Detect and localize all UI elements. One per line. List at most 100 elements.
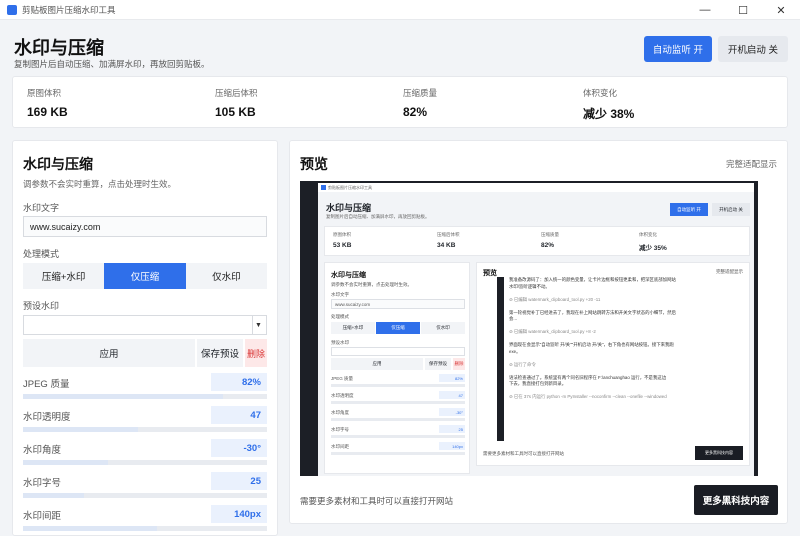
delete-button[interactable]: 删除: [245, 339, 267, 367]
stat-label: 压缩后体积: [215, 88, 258, 98]
mini-preset-label: 预设水印: [331, 340, 349, 345]
watermark-text-input[interactable]: www.sucaizy.com: [23, 216, 267, 237]
page-title: 水印与压缩: [14, 38, 104, 58]
preview-screenshot: 剪贴板图片压缩水印工具 水印与压缩 复制图片后自动压缩、加满屏水印，再放回剪贴板…: [318, 183, 754, 476]
stat-label: 体积变化: [583, 88, 618, 98]
stat-value: 169 KB: [27, 105, 68, 119]
mode-compress-only[interactable]: 仅压缩: [104, 263, 186, 289]
save-preset-button[interactable]: 保存预设: [197, 339, 243, 367]
apply-button[interactable]: 应用: [23, 339, 195, 367]
mini-param-label: 水印间距: [331, 444, 349, 449]
close-button[interactable]: ✕: [762, 0, 800, 20]
param-value-jpeg-quality[interactable]: 82%: [211, 373, 267, 391]
slider-fill: [23, 526, 158, 531]
app-icon: [7, 4, 17, 15]
preview-title: 预览: [300, 156, 328, 172]
slider-fill: [23, 427, 138, 432]
minimize-button[interactable]: —: [686, 0, 724, 20]
mini-param-label: JPEG 质量: [331, 376, 354, 381]
more-content-button[interactable]: 更多黑科技内容: [694, 485, 778, 515]
settings-title: 水印与压缩: [23, 156, 93, 172]
param-value-font-size[interactable]: 25: [211, 472, 267, 490]
mini-left-sub: 调参数不会实时重算，点击处理时生效。: [331, 282, 412, 287]
preset-actions: 应用 保存预设 删除: [23, 339, 267, 367]
mini-left-title: 水印与压缩: [331, 272, 366, 279]
mini-param-label: 水印字号: [331, 427, 349, 432]
stats-panel: 原图体积 169 KB 压缩后体积 105 KB 压缩质量 82% 体积变化 减…: [12, 76, 788, 128]
mini-stat-label: 压缩质量: [541, 232, 559, 237]
mini-param-bar: [331, 435, 465, 438]
mode-watermark-only[interactable]: 仅水印: [186, 263, 267, 289]
param-label-spacing: 水印间距: [23, 511, 62, 522]
stat-size-change: 体积变化 减少 38%: [583, 87, 634, 122]
window-controls: — ☐ ✕: [686, 0, 800, 20]
mini-delete: 删除: [453, 358, 465, 370]
title-bar: 剪贴板图片压缩水印工具 — ☐ ✕: [0, 0, 800, 20]
mini-param-value: 47: [439, 391, 465, 399]
chat-line: ⊘ 已在 37s 内运行 python -m PyInstaller --noc…: [509, 394, 667, 399]
preview-footer-text: 需要更多素材和工具时可以直接打开网站: [300, 496, 454, 506]
slider-opacity[interactable]: [23, 427, 267, 432]
slider-fill: [23, 493, 84, 498]
preset-select[interactable]: ▼: [23, 315, 267, 335]
mini-param-value: 140px: [439, 442, 465, 450]
mini-apply: 应用: [331, 358, 423, 370]
stat-quality: 压缩质量 82%: [403, 87, 437, 119]
stat-label: 原图体积: [27, 88, 62, 98]
mini-settings: 水印与压缩 调参数不会实时重算，点击处理时生效。 水印文字 www.sucaiz…: [324, 262, 470, 474]
slider-fill: [23, 394, 224, 399]
mini-param-value: 25: [439, 425, 465, 433]
settings-subtitle: 调参数不会实时重算，点击处理时生效。: [23, 179, 177, 189]
param-value-angle[interactable]: -30°: [211, 439, 267, 457]
mini-stat: 体积变化 减少 35%: [639, 232, 667, 252]
mini-preset-select: [331, 347, 465, 356]
mini-stat-value: 82%: [541, 242, 555, 249]
mini-auto-listen: 自动监听 开: [670, 203, 708, 216]
mode-compress-watermark[interactable]: 压缩+水印: [23, 263, 104, 289]
slider-font-size[interactable]: [23, 493, 267, 498]
mini-right-title: 预览: [483, 270, 497, 277]
param-value-opacity[interactable]: 47: [211, 406, 267, 424]
mini-title: 水印与压缩: [326, 203, 372, 213]
mini-chat-log: 我准备改源码了：加入统一的颜色变量，让卡片边框和按钮更柔和，把深区底部加网站 水…: [497, 277, 749, 441]
header: 水印与压缩 复制图片后自动压缩、加满屏水印，再放回剪贴板。 自动监听 开 开机启…: [0, 20, 800, 75]
mini-wm-value: www.sucaizy.com: [335, 302, 371, 307]
preset-label: 预设水印: [23, 301, 60, 311]
slider-spacing[interactable]: [23, 526, 267, 531]
mini-stat-label: 原图体积: [333, 232, 351, 237]
watermark-text-label: 水印文字: [23, 203, 60, 213]
stat-value: 105 KB: [215, 105, 256, 119]
mini-wm-input: www.sucaizy.com: [331, 299, 465, 309]
maximize-button[interactable]: ☐: [724, 0, 762, 20]
mini-stat-value: 减少 35%: [639, 245, 667, 252]
stat-value: 82%: [403, 105, 428, 119]
mini-param-label: 水印透明度: [331, 393, 354, 398]
mini-param-bar: [331, 401, 465, 404]
auto-listen-button[interactable]: 自动监听 开: [644, 36, 712, 62]
mini-startup: 开机启动 关: [712, 203, 750, 216]
slider-angle[interactable]: [23, 460, 267, 465]
stat-original-size: 原图体积 169 KB: [27, 87, 68, 119]
mini-stat: 原图体积 53 KB: [333, 232, 351, 249]
mini-stat: 压缩后体积 34 KB: [437, 232, 460, 249]
mini-stats: 原图体积 53 KB 压缩后体积 34 KB 压缩质量 82% 体积变化 减少 35%: [324, 226, 750, 256]
stat-compressed-size: 压缩后体积 105 KB: [215, 87, 258, 119]
mini-mode-label: 处理模式: [331, 314, 349, 319]
page-subtitle: 复制图片后自动压缩、加满屏水印，再放回剪贴板。: [14, 59, 210, 69]
mini-subtitle: 复制图片后自动压缩、加满屏水印，再放回剪贴板。: [326, 214, 430, 219]
mini-param-label: 水印角度: [331, 410, 349, 415]
mini-param-value: -30°: [439, 408, 465, 416]
mini-stat-label: 压缩后体积: [437, 232, 460, 237]
mode-selector: 压缩+水印 仅压缩 仅水印: [23, 263, 267, 289]
param-label-angle: 水印角度: [23, 445, 62, 456]
mode-label: 处理模式: [23, 249, 60, 259]
preview-image: 剪贴板图片压缩水印工具 水印与压缩 复制图片后自动压缩、加满屏水印，再放回剪贴板…: [300, 181, 758, 476]
fit-display-link[interactable]: 完整适配显示: [726, 158, 777, 170]
slider-jpeg-quality[interactable]: [23, 394, 267, 399]
param-value-spacing[interactable]: 140px: [211, 505, 267, 523]
chevron-down-icon[interactable]: ▼: [252, 316, 264, 334]
mini-stat-value: 34 KB: [437, 242, 456, 249]
mini-more-button: 更多黑科技内容: [695, 446, 743, 460]
startup-button[interactable]: 开机启动 关: [718, 36, 788, 62]
mini-param-bar: [331, 418, 465, 421]
